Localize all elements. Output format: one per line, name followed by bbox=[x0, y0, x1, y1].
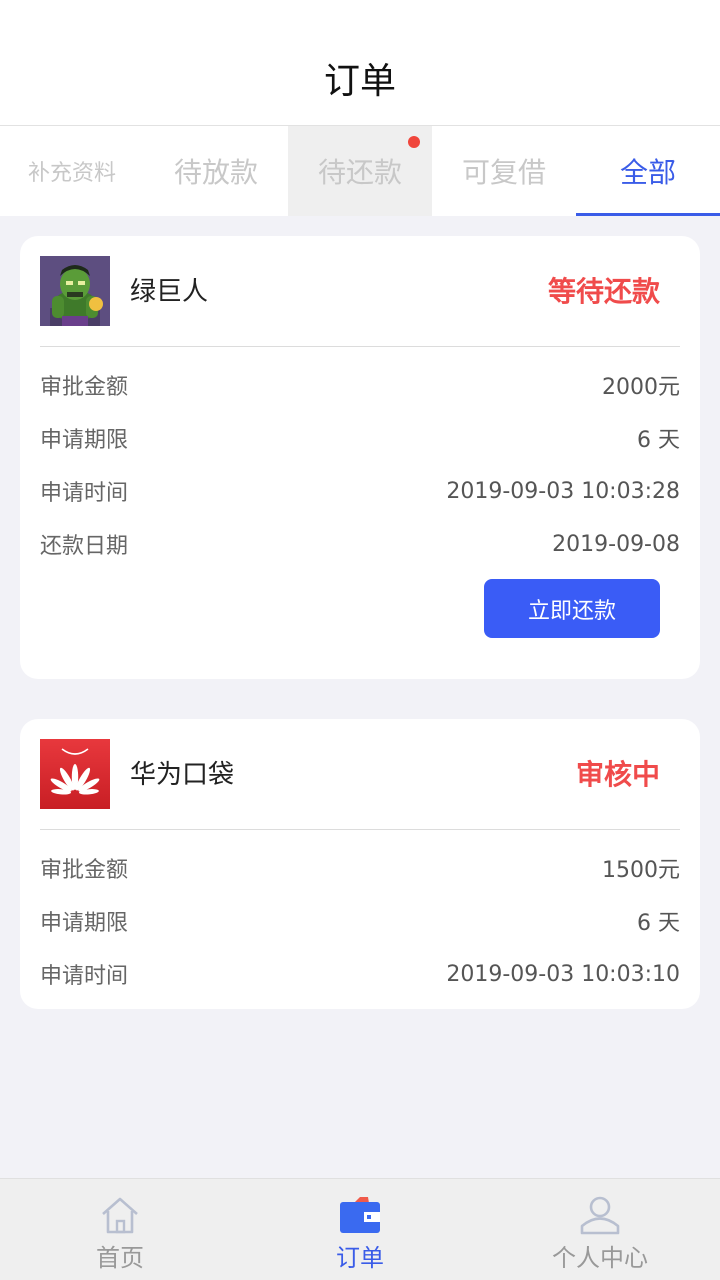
detail-row-term: 申请期限 6 天 bbox=[40, 420, 680, 456]
detail-value: 2019-09-03 10:03:28 bbox=[446, 478, 680, 504]
lender-name: 华为口袋 bbox=[130, 760, 235, 790]
detail-value: 2019-09-08 bbox=[552, 531, 680, 557]
detail-row-term: 申请期限 6 天 bbox=[40, 903, 680, 939]
bottom-navigation: 首页 订单 个人中心 bbox=[0, 1178, 720, 1280]
divider bbox=[40, 829, 680, 830]
hulk-app-logo-icon bbox=[40, 256, 110, 326]
order-card[interactable]: 华为口袋 审核中 审批金额 1500元 申请期限 6 天 申请时间 2019-0… bbox=[20, 719, 700, 1009]
detail-row-apply-time: 申请时间 2019-09-03 10:03:28 bbox=[40, 473, 680, 509]
detail-value: 6 天 bbox=[637, 428, 680, 453]
home-icon bbox=[102, 1197, 138, 1234]
nav-orders[interactable]: 订单 bbox=[240, 1179, 480, 1279]
repay-now-button[interactable]: 立即还款 bbox=[484, 579, 660, 638]
tab-pending-repayment-label: 待还款 bbox=[317, 156, 402, 189]
detail-row-approved-amount: 审批金额 1500元 bbox=[40, 850, 680, 886]
detail-row-apply-time: 申请时间 2019-09-03 10:03:10 bbox=[40, 956, 680, 992]
nav-orders-label: 订单 bbox=[336, 1244, 384, 1272]
detail-value: 1500元 bbox=[602, 858, 680, 883]
nav-home[interactable]: 首页 bbox=[0, 1179, 240, 1279]
header: 订单 bbox=[0, 0, 720, 126]
tab-supplement-info[interactable]: 补充资料 bbox=[0, 126, 144, 216]
detail-row-repay-date: 还款日期 2019-09-08 bbox=[40, 526, 680, 562]
user-icon bbox=[580, 1196, 620, 1235]
nav-home-label: 首页 bbox=[96, 1244, 144, 1272]
order-card[interactable]: 绿巨人 等待还款 审批金额 2000元 申请期限 6 天 申请时间 2019-0… bbox=[20, 236, 700, 679]
detail-label: 申请期限 bbox=[40, 428, 129, 453]
page-title: 订单 bbox=[323, 61, 396, 102]
detail-label: 申请时间 bbox=[40, 964, 129, 989]
detail-value: 6 天 bbox=[637, 911, 680, 936]
detail-value: 2019-09-03 10:03:10 bbox=[446, 961, 680, 987]
nav-profile[interactable]: 个人中心 bbox=[480, 1179, 720, 1279]
detail-label: 申请期限 bbox=[40, 911, 129, 936]
detail-row-approved-amount: 审批金额 2000元 bbox=[40, 367, 680, 403]
wallet-icon bbox=[340, 1197, 380, 1233]
divider bbox=[40, 346, 680, 347]
tab-pending-repayment[interactable]: 待还款 bbox=[288, 126, 432, 216]
order-status-badge: 审核中 bbox=[575, 758, 660, 791]
order-status-badge: 等待还款 bbox=[547, 275, 660, 308]
notification-dot bbox=[408, 136, 420, 148]
nav-profile-label: 个人中心 bbox=[552, 1244, 648, 1272]
order-status-tabs: 补充资料 待放款 待还款 可复借 全部 bbox=[0, 126, 720, 216]
detail-label: 还款日期 bbox=[40, 534, 129, 559]
detail-label: 申请时间 bbox=[40, 481, 129, 506]
tab-reborrowable[interactable]: 可复借 bbox=[432, 126, 576, 216]
lender-name: 绿巨人 bbox=[130, 277, 209, 307]
detail-value: 2000元 bbox=[602, 375, 680, 400]
huawei-app-logo-icon bbox=[40, 739, 110, 809]
detail-label: 审批金额 bbox=[40, 858, 129, 883]
tab-pending-disbursement[interactable]: 待放款 bbox=[144, 126, 288, 216]
tab-all[interactable]: 全部 bbox=[576, 126, 720, 216]
detail-label: 审批金额 bbox=[40, 375, 129, 400]
